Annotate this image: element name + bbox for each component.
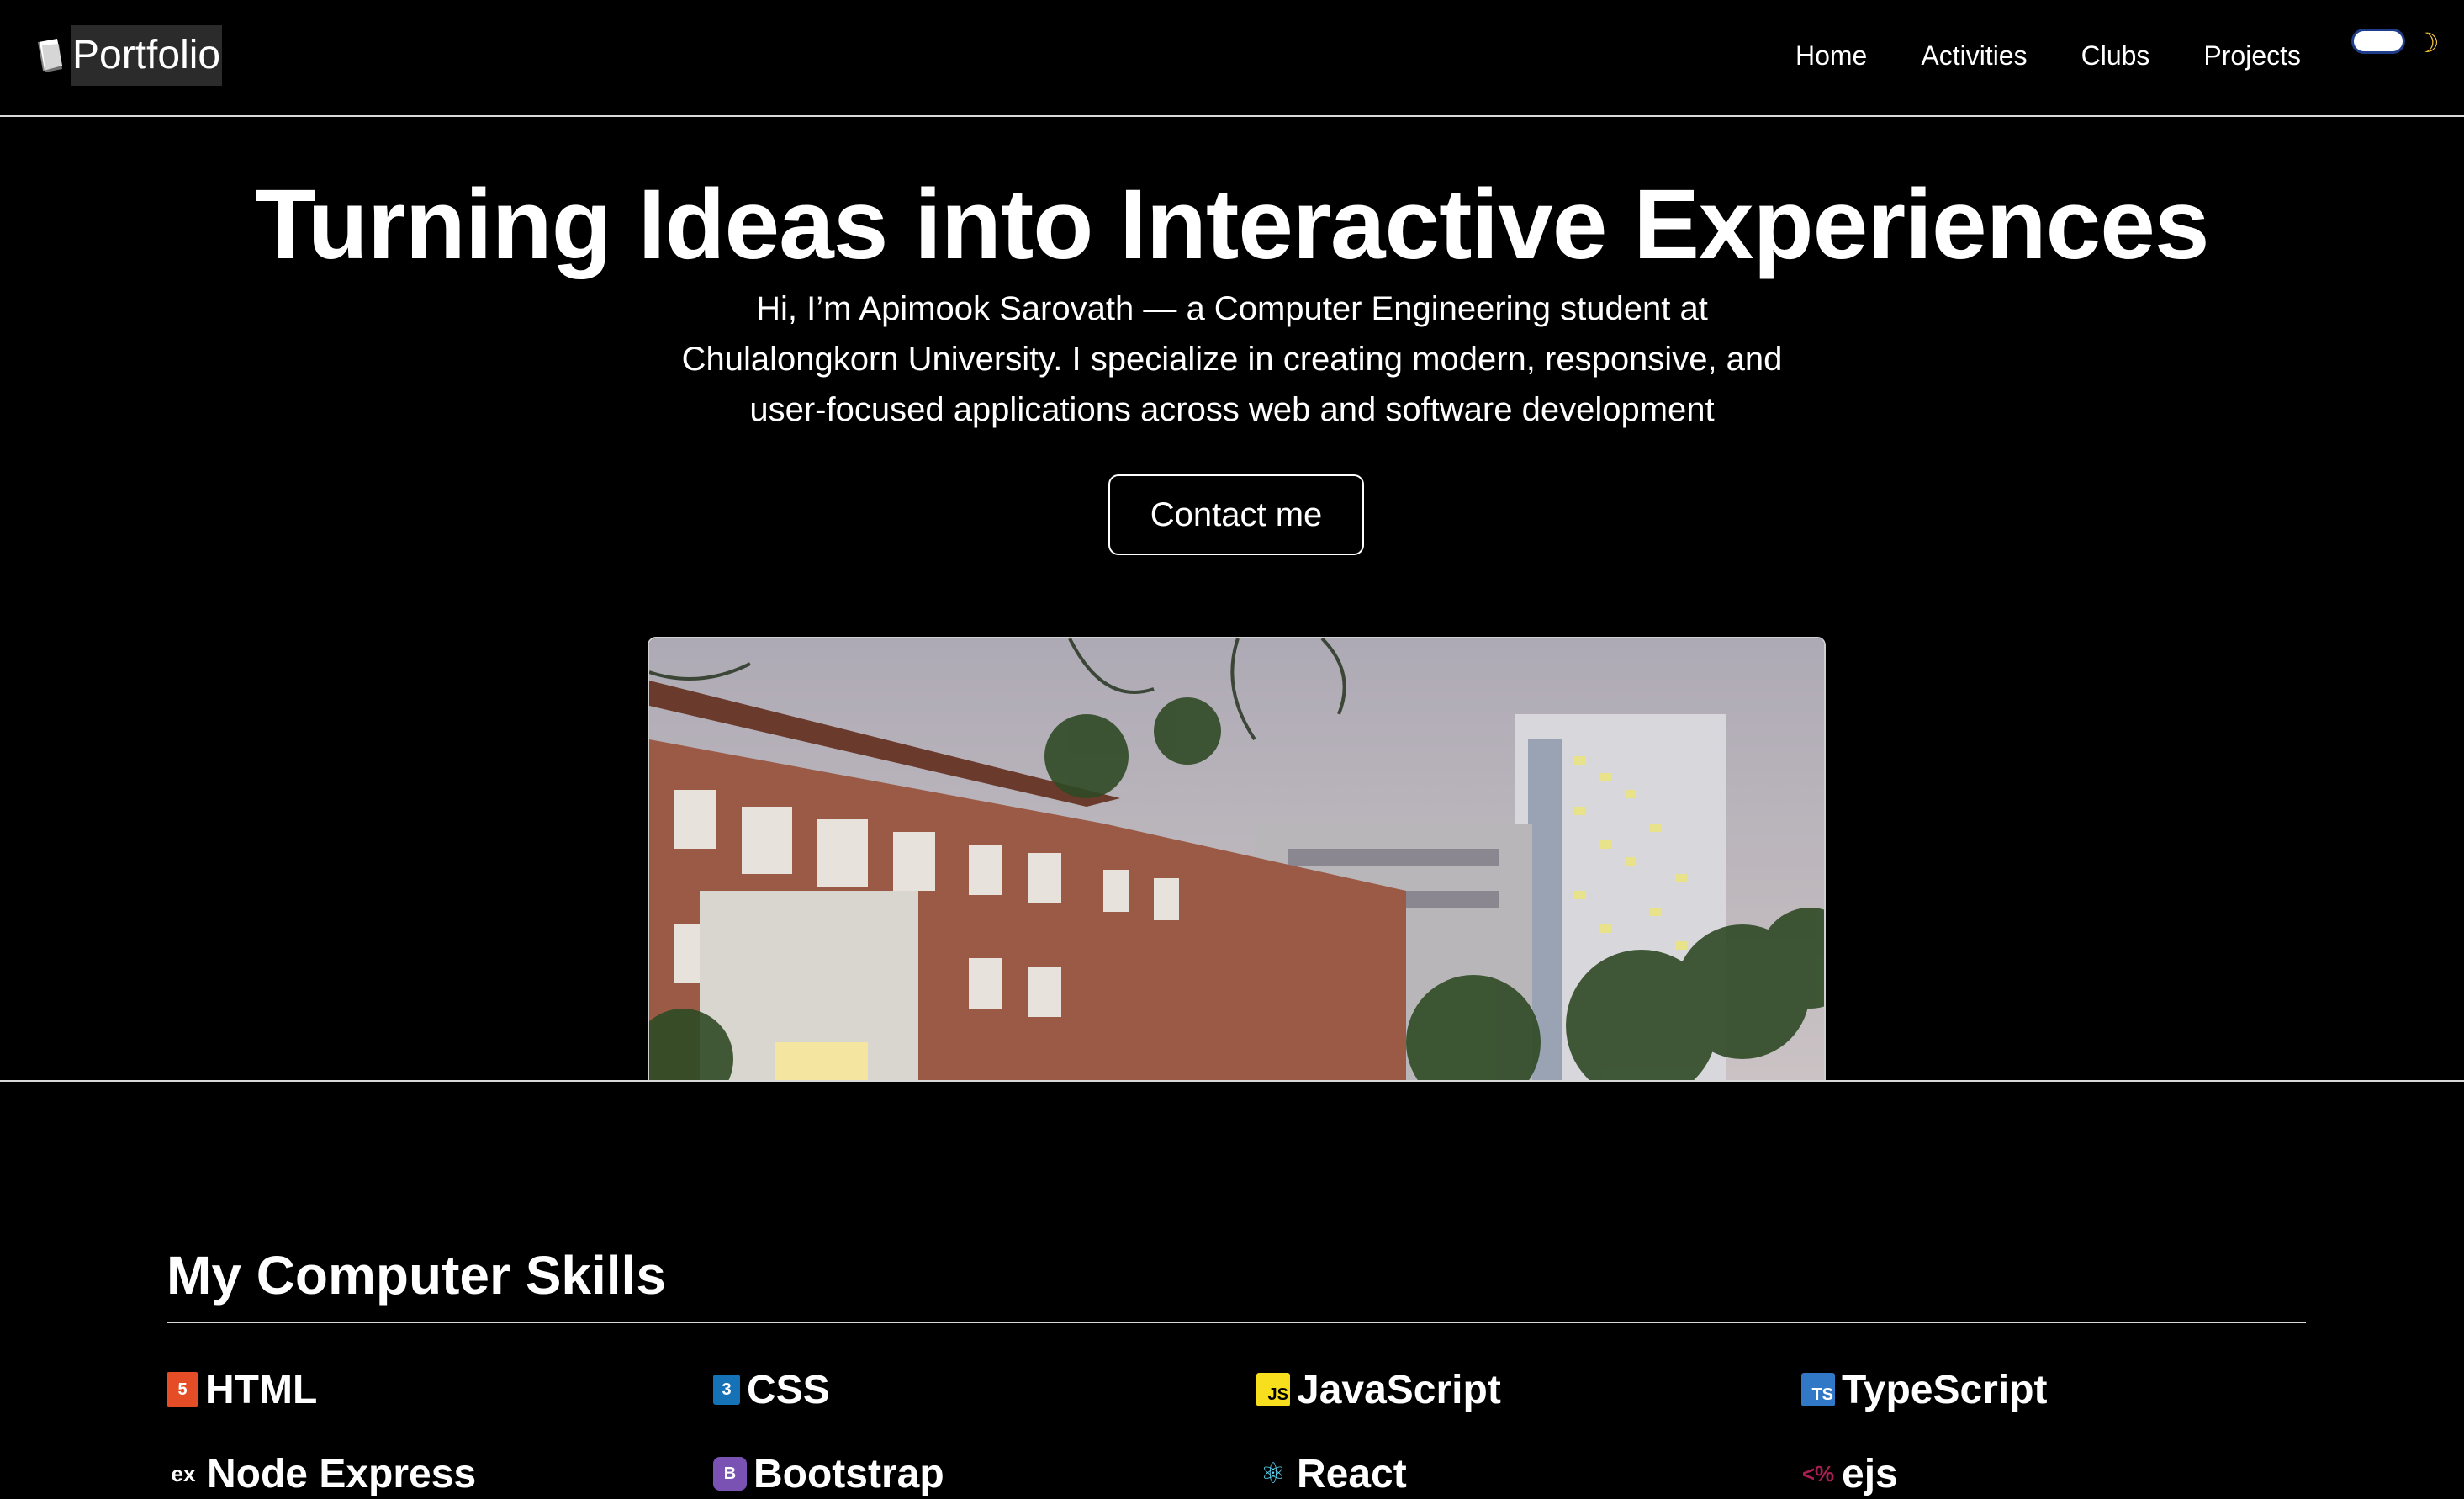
nav-activities[interactable]: Activities — [1921, 40, 2027, 72]
react-icon: ⚛ — [1260, 1458, 1287, 1490]
notebook-icon — [34, 37, 67, 74]
divider — [167, 1322, 2306, 1323]
brand-name: Portfolio — [71, 25, 223, 86]
brand-logo[interactable]: Portfolio — [34, 25, 223, 86]
skill-javascript: JS JavaScript — [1256, 1364, 1501, 1415]
typescript-icon: TS — [1801, 1373, 1835, 1406]
skill-bootstrap: B Bootstrap — [713, 1449, 944, 1499]
hero-section: Turning Ideas into Interactive Experienc… — [0, 119, 2464, 1082]
bootstrap-icon: B — [713, 1457, 747, 1491]
skill-label: TypeScript — [1842, 1367, 2048, 1412]
html5-icon: 5 — [167, 1372, 198, 1407]
main-nav: Home Activities Clubs Projects — [1795, 34, 2301, 77]
skill-html: 5 HTML — [167, 1364, 317, 1415]
nav-home[interactable]: Home — [1795, 40, 1867, 72]
skill-node-express: ex Node Express — [167, 1449, 477, 1499]
ejs-icon: <% — [1801, 1460, 1835, 1486]
skill-label: ejs — [1842, 1451, 1898, 1496]
skill-react: ⚛ React — [1256, 1449, 1407, 1499]
hero-title: Turning Ideas into Interactive Experienc… — [255, 169, 2209, 280]
skill-label: Node Express — [207, 1451, 477, 1496]
skills-title: My Computer Skills — [167, 1245, 666, 1306]
skill-label: HTML — [205, 1367, 318, 1412]
skill-label: CSS — [747, 1367, 830, 1412]
skill-css: 3 CSS — [713, 1364, 830, 1415]
moon-icon: ☽ — [2415, 28, 2440, 58]
skill-ejs: <% ejs — [1801, 1449, 1898, 1499]
theme-toggle[interactable] — [2351, 29, 2405, 54]
nav-projects[interactable]: Projects — [2203, 40, 2301, 72]
skill-label: React — [1297, 1451, 1407, 1496]
skill-typescript: TS TypeScript — [1801, 1364, 2048, 1415]
skill-label: JavaScript — [1297, 1367, 1501, 1412]
javascript-icon: JS — [1256, 1373, 1290, 1406]
navbar: Portfolio Home Activities Clubs Projects… — [0, 0, 2464, 117]
express-icon: ex — [171, 1460, 196, 1486]
contact-button[interactable]: Contact me — [1108, 474, 1364, 555]
nav-clubs[interactable]: Clubs — [2081, 40, 2150, 72]
css3-icon: 3 — [713, 1375, 740, 1405]
skill-label: Bootstrap — [753, 1451, 944, 1496]
campus-image — [648, 637, 1826, 1080]
hero-description: Hi, I’m Apimook Sarovath — a Computer En… — [681, 290, 1783, 428]
